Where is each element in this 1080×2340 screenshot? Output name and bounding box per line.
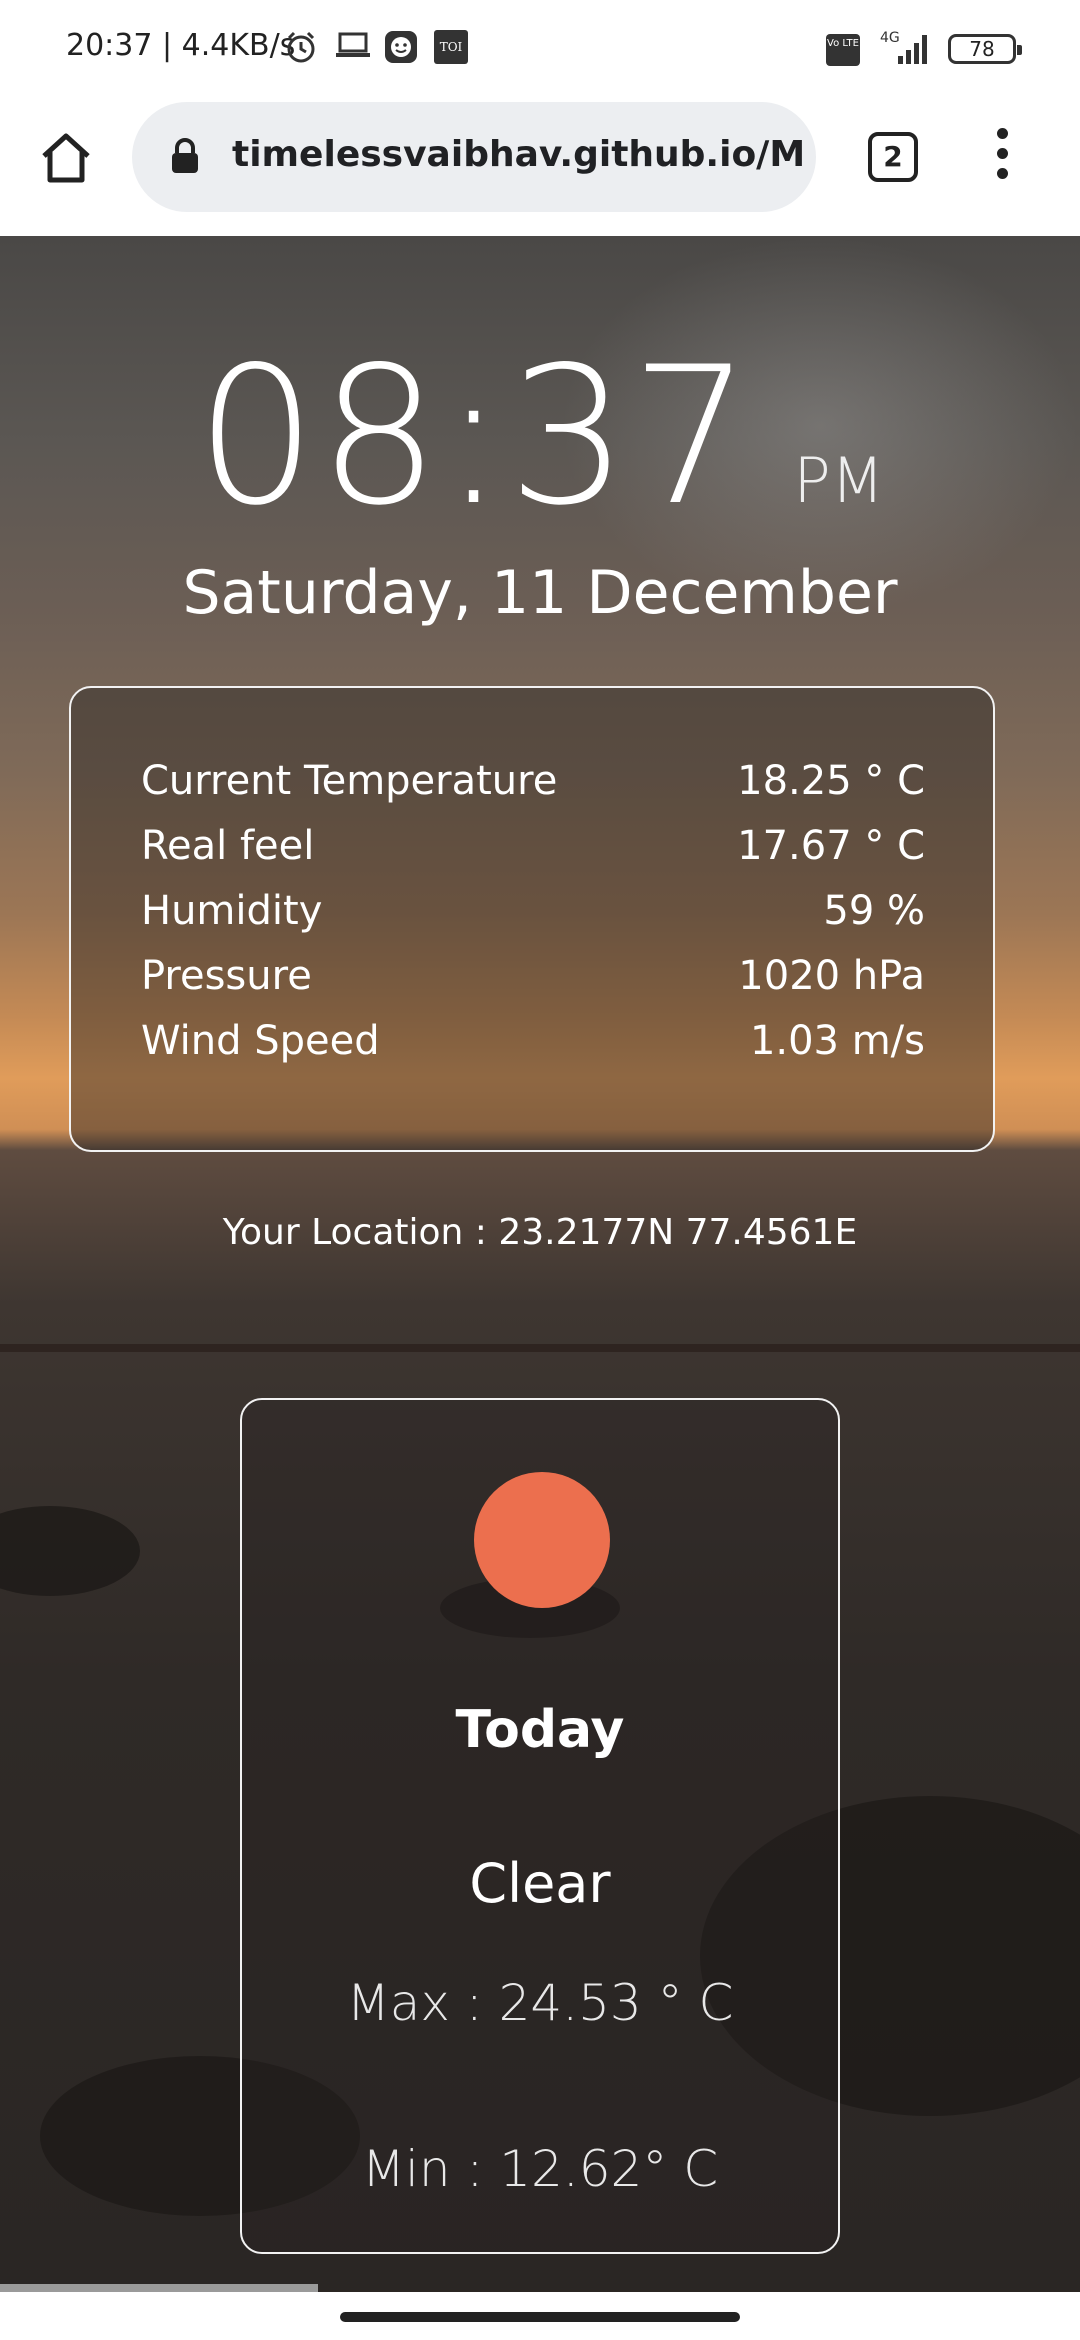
today-title: Today xyxy=(455,1700,625,1760)
weather-label: Pressure xyxy=(141,953,312,999)
clock-date: Saturday, 11 December xyxy=(182,558,898,628)
page-scrollbar[interactable] xyxy=(0,2284,318,2292)
navigation-bar xyxy=(0,2292,1080,2340)
weather-row: Wind Speed 1.03 m/s xyxy=(141,1018,925,1082)
weather-details-card: Current Temperature 18.25 ° C Real feel … xyxy=(69,686,995,1152)
today-max-temp: Max : 24.53 ° C xyxy=(346,1974,734,2032)
weather-label: Humidity xyxy=(141,888,323,934)
weather-value: 18.25 ° C xyxy=(737,758,925,804)
home-icon[interactable] xyxy=(36,128,96,188)
signal-icon xyxy=(898,35,927,64)
toi-app-icon: TOI xyxy=(434,30,468,64)
today-forecast-card: Today Clear Max : 24.53 ° C Min : 12.62°… xyxy=(240,1398,840,2254)
clock-ampm: PM xyxy=(793,444,885,517)
weather-row: Current Temperature 18.25 ° C xyxy=(141,758,925,822)
status-bar: 20:37 | 4.4KB/s TOI Vo LTE 4G 78 xyxy=(0,0,1080,98)
weather-label: Current Temperature xyxy=(141,758,558,804)
weather-row: Humidity 59 % xyxy=(141,888,925,952)
weather-label: Wind Speed xyxy=(141,1018,380,1064)
weather-value: 1020 hPa xyxy=(738,953,925,999)
menu-icon[interactable] xyxy=(990,128,1014,188)
clock-time: 08:37 xyxy=(195,326,754,547)
tab-switcher-button[interactable]: 2 xyxy=(868,132,918,182)
weather-value: 1.03 m/s xyxy=(749,1018,925,1064)
weather-row: Pressure 1020 hPa xyxy=(141,953,925,1017)
background-rock xyxy=(0,1506,140,1596)
smiley-app-icon xyxy=(385,31,417,63)
today-min-temp: Min : 12.62° C xyxy=(361,2140,719,2198)
weather-label: Real feel xyxy=(141,823,315,869)
url-text: timelessvaibhav.github.io/My xyxy=(232,134,802,175)
battery-indicator: 78 xyxy=(948,34,1022,64)
status-time-speed: 20:37 | 4.4KB/s xyxy=(66,28,296,63)
weather-value: 17.67 ° C xyxy=(737,823,925,869)
location-text: Your Location : 23.2177N 77.4561E xyxy=(222,1212,858,1253)
clock: 08:37 PM xyxy=(0,326,1080,547)
sun-icon xyxy=(474,1472,610,1608)
address-bar[interactable]: timelessvaibhav.github.io/My xyxy=(132,102,816,212)
alarm-icon xyxy=(287,31,315,63)
browser-toolbar: timelessvaibhav.github.io/My 2 xyxy=(0,98,1080,238)
background-horizon xyxy=(0,1344,1080,1352)
weather-page: 08:37 PM Saturday, 11 December Current Te… xyxy=(0,236,1080,2290)
today-condition: Clear xyxy=(469,1852,611,1915)
gesture-handle[interactable] xyxy=(340,2312,740,2322)
volte-icon: Vo LTE xyxy=(826,34,860,66)
lock-icon xyxy=(172,138,198,173)
laptop-icon xyxy=(336,32,370,57)
weather-value: 59 % xyxy=(823,888,925,934)
weather-row: Real feel 17.67 ° C xyxy=(141,823,925,887)
